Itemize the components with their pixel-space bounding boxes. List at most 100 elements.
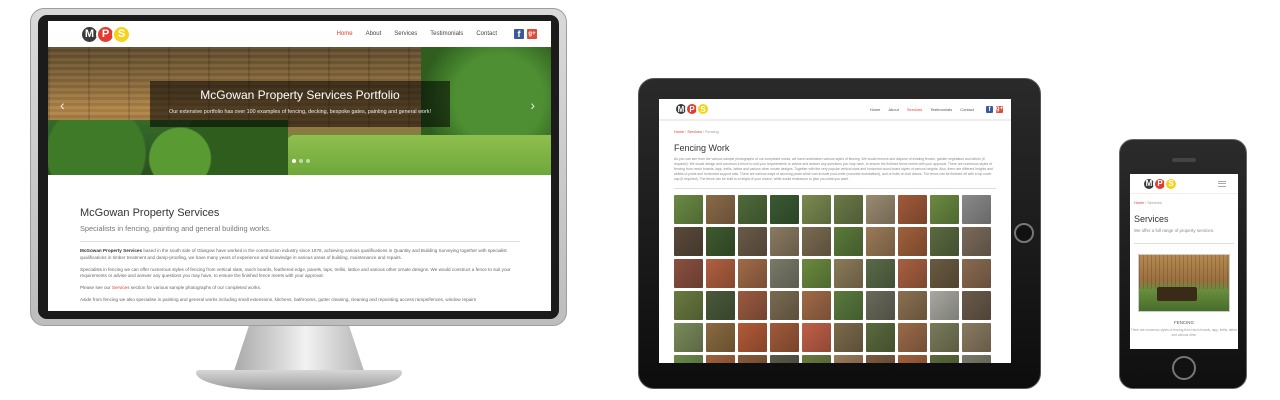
gallery-thumbnail[interactable] — [706, 323, 735, 352]
gallery-thumbnail[interactable] — [930, 227, 959, 256]
gallery-thumbnail[interactable] — [770, 355, 799, 363]
gallery-thumbnail[interactable] — [930, 355, 959, 363]
gallery-thumbnail[interactable] — [930, 323, 959, 352]
nav-home[interactable]: Home — [870, 107, 881, 112]
gallery-thumbnail[interactable] — [834, 355, 863, 363]
page-heading: McGowan Property Services — [80, 207, 220, 219]
phone-home-button[interactable] — [1172, 356, 1196, 380]
fencing-paragraph: Specialists in fencing we can offer nume… — [80, 266, 511, 279]
gallery-thumbnail[interactable] — [866, 195, 895, 224]
gallery-thumbnail[interactable] — [770, 291, 799, 320]
nav-services[interactable]: Services — [394, 31, 417, 37]
gallery-thumbnail[interactable] — [898, 355, 927, 363]
gallery-thumbnail[interactable] — [674, 291, 703, 320]
gallery-thumbnail[interactable] — [834, 291, 863, 320]
google-plus-icon[interactable]: g+ — [527, 29, 537, 39]
gallery-thumbnail[interactable] — [898, 259, 927, 288]
phone-screen: M P S Home / Services Services We offer … — [1130, 174, 1238, 349]
gallery-thumbnail[interactable] — [930, 259, 959, 288]
mps-logo[interactable]: M P S — [1142, 176, 1178, 191]
tablet-home-button[interactable] — [1014, 223, 1034, 243]
gallery-thumbnail[interactable] — [834, 259, 863, 288]
gallery-thumbnail[interactable] — [898, 323, 927, 352]
gallery-thumbnail[interactable] — [674, 195, 703, 224]
gallery-thumbnail[interactable] — [706, 195, 735, 224]
gallery-thumbnail[interactable] — [802, 291, 831, 320]
gallery-thumbnail[interactable] — [770, 195, 799, 224]
gallery-thumbnail[interactable] — [738, 291, 767, 320]
gallery-thumbnail[interactable] — [706, 227, 735, 256]
gallery-thumbnail[interactable] — [930, 195, 959, 224]
monitor-bezel: M P S Home About Services Testimonials C… — [38, 15, 559, 319]
services-link[interactable]: Services — [112, 285, 130, 290]
gallery-thumbnail[interactable] — [738, 195, 767, 224]
gallery-thumbnail[interactable] — [738, 355, 767, 363]
content-divider — [674, 188, 996, 189]
gallery-thumbnail[interactable] — [674, 259, 703, 288]
breadcrumb-home[interactable]: Home — [1134, 201, 1144, 205]
breadcrumb-home[interactable]: Home — [674, 130, 684, 134]
nav-about[interactable]: About — [366, 31, 382, 37]
gallery-thumbnail[interactable] — [866, 227, 895, 256]
gallery-thumbnail[interactable] — [770, 259, 799, 288]
gallery-thumbnail[interactable] — [834, 323, 863, 352]
gallery-thumbnail[interactable] — [930, 291, 959, 320]
gallery-thumbnail[interactable] — [770, 227, 799, 256]
gallery-thumbnail[interactable] — [962, 355, 991, 363]
gallery-thumbnail[interactable] — [962, 195, 991, 224]
gallery-thumbnail[interactable] — [674, 355, 703, 363]
gallery-thumbnail[interactable] — [770, 323, 799, 352]
gallery-thumbnail[interactable] — [898, 195, 927, 224]
slider-dot[interactable] — [292, 159, 296, 163]
nav-about[interactable]: About — [888, 107, 898, 112]
page-title: Fencing Work — [674, 143, 730, 153]
nav-contact[interactable]: Contact — [476, 31, 497, 37]
gallery-thumbnail[interactable] — [674, 323, 703, 352]
gallery-thumbnail[interactable] — [866, 259, 895, 288]
gallery-thumbnail[interactable] — [706, 259, 735, 288]
gallery-thumbnail[interactable] — [962, 291, 991, 320]
fencing-service-image[interactable] — [1138, 254, 1230, 312]
gallery-thumbnail[interactable] — [962, 227, 991, 256]
slide-shrubs-image — [48, 120, 288, 175]
nav-testimonials[interactable]: Testimonials — [930, 107, 952, 112]
nav-contact[interactable]: Contact — [960, 107, 974, 112]
gallery-thumbnail[interactable] — [802, 195, 831, 224]
facebook-icon[interactable]: f — [986, 105, 993, 113]
gallery-thumbnail[interactable] — [962, 259, 991, 288]
gallery-thumbnail[interactable] — [898, 227, 927, 256]
gallery-thumbnail[interactable] — [866, 323, 895, 352]
gallery-thumbnail[interactable] — [898, 291, 927, 320]
slider-dot[interactable] — [306, 159, 310, 163]
gallery-thumbnail[interactable] — [738, 259, 767, 288]
gallery-thumbnail[interactable] — [674, 227, 703, 256]
nav-services[interactable]: Services — [907, 107, 922, 112]
logo-letter-s: S — [1164, 176, 1178, 191]
gallery-thumbnail[interactable] — [706, 355, 735, 363]
gallery-thumbnail[interactable] — [738, 323, 767, 352]
gallery-thumbnail[interactable] — [706, 291, 735, 320]
breadcrumb: Home / Services / Fencing — [659, 121, 1011, 134]
nav-home[interactable]: Home — [337, 31, 353, 37]
menu-toggle-icon[interactable] — [1218, 180, 1226, 187]
desktop-screen: M P S Home About Services Testimonials C… — [48, 21, 551, 311]
gallery-thumbnail[interactable] — [834, 195, 863, 224]
mps-logo[interactable]: M P S — [80, 24, 131, 44]
gallery-thumbnail[interactable] — [802, 355, 831, 363]
slider-next-arrow-icon[interactable]: › — [530, 97, 535, 113]
facebook-icon[interactable]: f — [514, 29, 524, 39]
google-plus-icon[interactable]: g+ — [996, 105, 1003, 113]
gallery-thumbnail[interactable] — [866, 355, 895, 363]
gallery-thumbnail[interactable] — [866, 291, 895, 320]
slider-dot[interactable] — [299, 159, 303, 163]
gallery-thumbnail[interactable] — [834, 227, 863, 256]
gallery-thumbnail[interactable] — [738, 227, 767, 256]
nav-testimonials[interactable]: Testimonials — [430, 31, 463, 37]
mps-logo[interactable]: M P S — [674, 102, 710, 116]
gallery-thumbnail[interactable] — [802, 259, 831, 288]
slider-prev-arrow-icon[interactable]: ‹ — [60, 97, 65, 113]
breadcrumb-services[interactable]: Services — [687, 130, 702, 134]
gallery-thumbnail[interactable] — [802, 227, 831, 256]
gallery-thumbnail[interactable] — [802, 323, 831, 352]
gallery-thumbnail[interactable] — [962, 323, 991, 352]
